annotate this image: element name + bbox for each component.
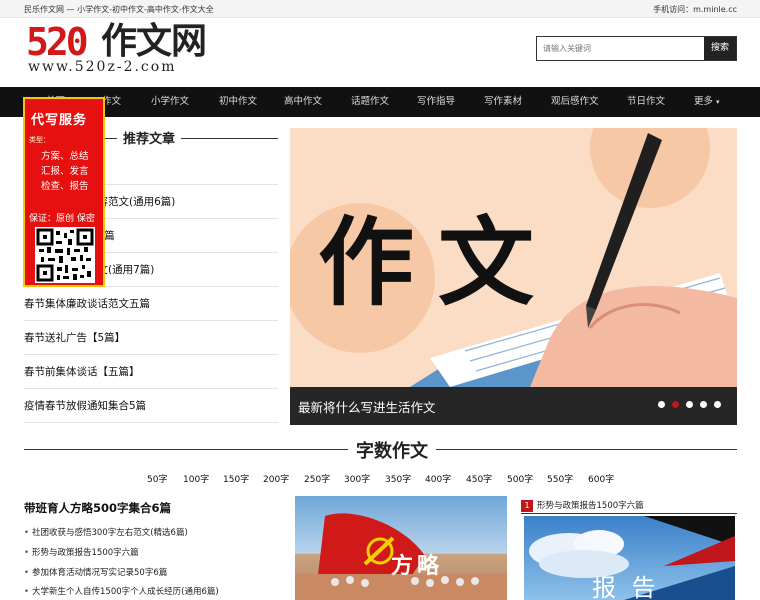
wordcount-link[interactable]: 500字 <box>507 472 533 485</box>
nav-item-junior[interactable]: 初中作文 <box>219 87 257 117</box>
right-list-header: 1 形势与政策报告1500字六篇 <box>521 499 737 514</box>
wordcount-header: 字数作文 <box>24 437 737 463</box>
writing-service-ad[interactable]: 代写服务 类型： 方案、总结 汇报、发言 检查、报告 保证：原创 保密 <box>23 97 105 287</box>
list-item[interactable]: 参加体育活动情况写实记录50字6篇 <box>24 566 280 578</box>
list-item[interactable]: 形势与政策报告1500字六篇 <box>24 546 280 558</box>
wordcount-link[interactable]: 600字 <box>588 472 614 485</box>
wordcount-link[interactable]: 550字 <box>547 472 573 485</box>
wordcount-link[interactable]: 250字 <box>304 472 330 485</box>
search-input[interactable] <box>537 37 705 60</box>
chevron-down-icon: ▾ <box>716 98 720 106</box>
wordcount-link[interactable]: 400字 <box>425 472 451 485</box>
list-item[interactable]: 大学新生个人自传1500字个人成长经历(通用6篇) <box>24 585 280 597</box>
wordcount-link[interactable]: 150字 <box>223 472 249 485</box>
banner-caption-bar: 最新将什么写进生活作文 <box>290 387 737 425</box>
ad-line: 汇报、发言 <box>41 166 89 177</box>
search-button[interactable]: 搜索 <box>704 37 736 60</box>
ad-line: 方案、总结 <box>41 151 89 162</box>
list-item[interactable]: 疫情春节放假通知集合5篇 <box>24 390 278 423</box>
search-box: 搜索 <box>536 36 737 61</box>
carousel-dot[interactable] <box>658 401 665 408</box>
list-item[interactable]: 春节集体廉政谈话范文五篇 <box>24 288 278 321</box>
wordcount-link[interactable]: 100字 <box>183 472 209 485</box>
top-bar: 民乐作文网 — 小学作文-初中作文-高中作文-作文大全 手机访问：m.minle… <box>0 0 760 18</box>
featured-photo[interactable]: 方略 <box>295 496 507 600</box>
carousel-dot-active[interactable] <box>672 401 679 408</box>
right-article-title[interactable]: 形势与政策报告1500字六篇 <box>537 501 644 511</box>
logo-url: www.520z-2.com <box>28 59 177 75</box>
main-nav: 首页 作文 小学作文 初中作文 高中作文 话题作文 写作指导 写作素材 观后感作… <box>0 87 760 117</box>
ad-type-label: 类型： <box>29 136 50 144</box>
rank-badge: 1 <box>521 499 533 512</box>
nav-item-material[interactable]: 写作素材 <box>484 87 522 117</box>
carousel-banner[interactable]: 作文 最新将什么写进生活作文 <box>290 128 737 425</box>
recommend-title: 推荐文章 <box>117 128 182 147</box>
ad-line: 检查、报告 <box>41 181 89 192</box>
ad-guarantee: 保证：原创 保密 <box>29 214 95 224</box>
wordcount-link[interactable]: 450字 <box>466 472 492 485</box>
site-tagline[interactable]: 民乐作文网 — 小学作文-初中作文-高中作文-作文大全 <box>24 4 214 15</box>
carousel-dot[interactable] <box>700 401 707 408</box>
list-item[interactable]: 春节前集体谈话【五篇】 <box>24 356 278 389</box>
wordcount-link[interactable]: 300字 <box>344 472 370 485</box>
mobile-link[interactable]: 手机访问：m.minle.cc <box>653 4 737 15</box>
nav-more-label: 更多 <box>694 96 714 107</box>
carousel-dot[interactable] <box>686 401 693 408</box>
list-item[interactable]: 社团收获与感悟300字左右范文(精选6篇) <box>24 526 280 538</box>
ad-lines: 方案、总结 汇报、发言 检查、报告 <box>41 149 89 194</box>
list-item[interactable]: 春节送礼广告【5篇】 <box>24 322 278 355</box>
report-photo[interactable]: 报 告 <box>524 516 735 600</box>
wordcount-title: 字数作文 <box>348 437 436 463</box>
wordcount-link[interactable]: 350字 <box>385 472 411 485</box>
logo-number: 520 <box>26 20 89 64</box>
nav-item-festival[interactable]: 节日作文 <box>627 87 665 117</box>
banner-caption[interactable]: 最新将什么写进生活作文 <box>298 397 436 416</box>
nav-item-review[interactable]: 观后感作文 <box>551 87 599 117</box>
qr-code-icon <box>35 227 95 283</box>
wordcount-link[interactable]: 50字 <box>147 472 167 485</box>
nav-item-more[interactable]: 更多 ▾ <box>694 87 720 117</box>
nav-item-topic[interactable]: 话题作文 <box>351 87 389 117</box>
banner-art-text: 作文 <box>318 206 558 319</box>
nav-item-guide[interactable]: 写作指导 <box>417 87 455 117</box>
site-logo[interactable]: 520 作文网 www.520z-2.com <box>26 20 207 78</box>
logo-text: 作文网 <box>101 21 207 62</box>
report-text: 报 告 <box>592 574 660 600</box>
divider <box>521 513 737 514</box>
nav-item-primary[interactable]: 小学作文 <box>151 87 189 117</box>
photo-overlay-text: 方略 <box>391 554 444 579</box>
wordcount-link[interactable]: 200字 <box>263 472 289 485</box>
ad-title: 代写服务 <box>31 113 88 128</box>
nav-item-senior[interactable]: 高中作文 <box>284 87 322 117</box>
carousel-dot[interactable] <box>714 401 721 408</box>
featured-article-title[interactable]: 带班育人方略500字集合6篇 <box>24 500 171 516</box>
